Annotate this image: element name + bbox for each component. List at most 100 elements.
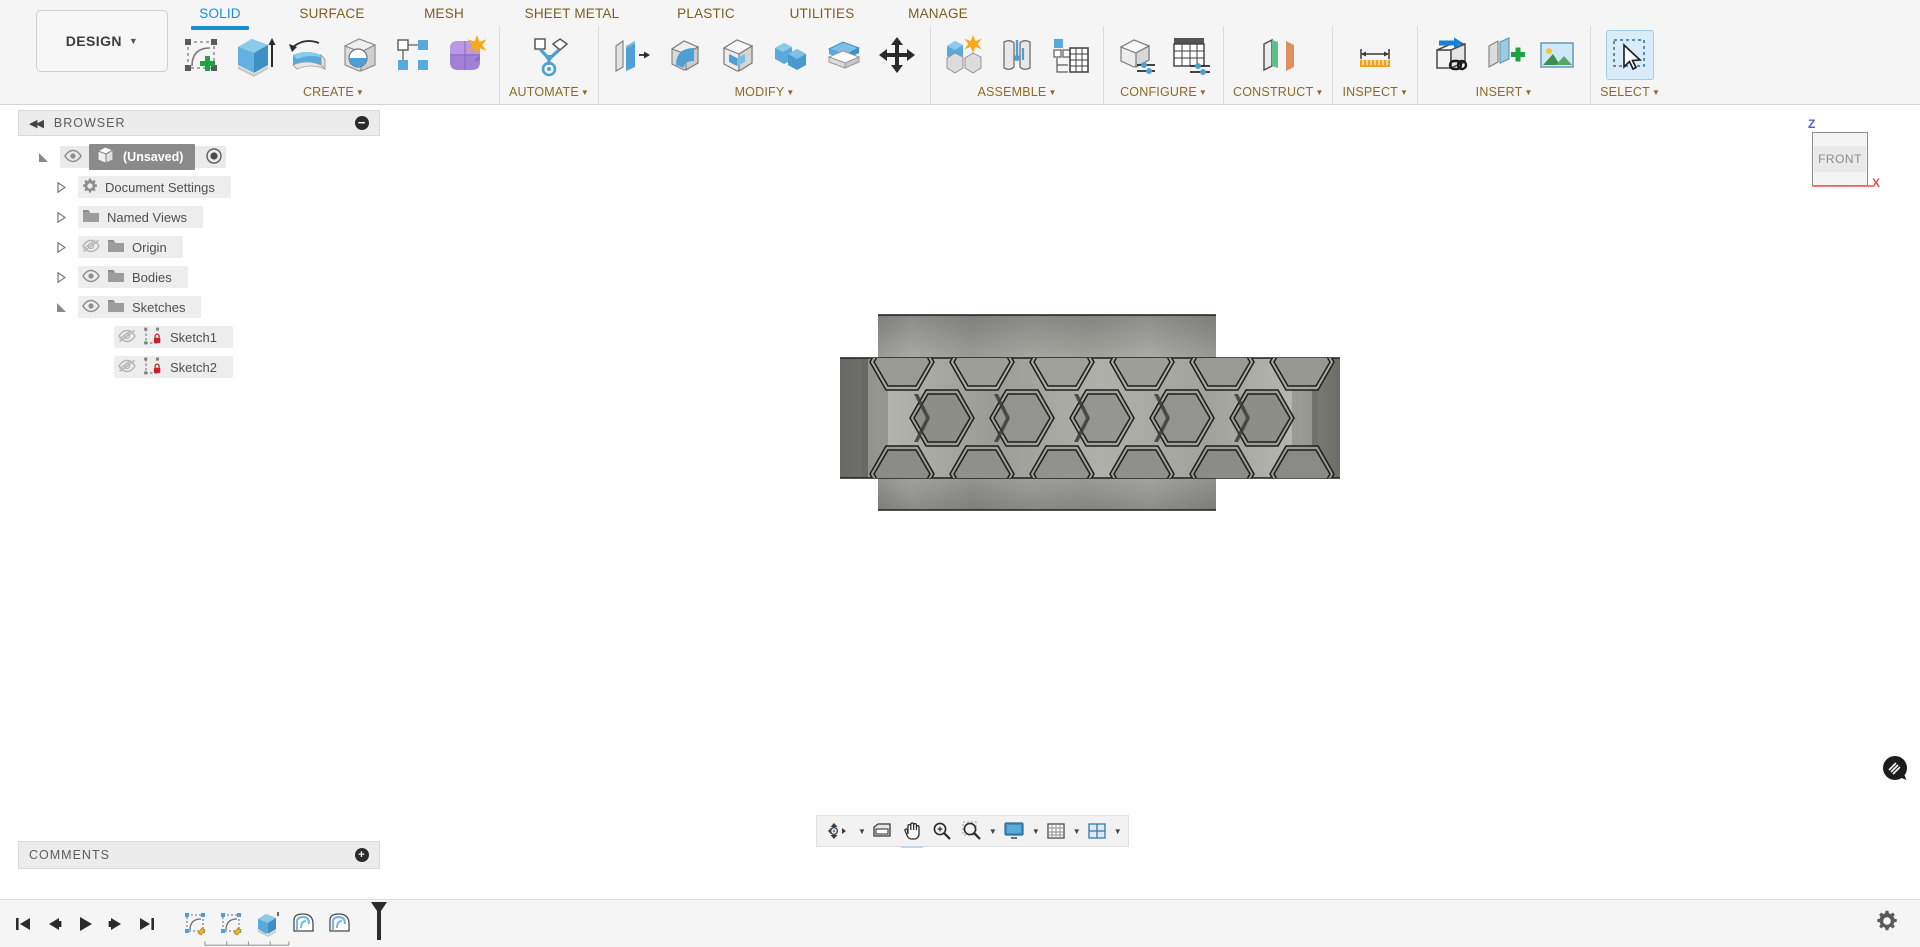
extrude-icon[interactable] [230,30,278,80]
ribbon-tab-plastic[interactable]: PLASTIC [648,6,764,21]
sketch-feature-icon[interactable] [182,910,210,938]
visibility-off-icon[interactable] [118,329,136,346]
zoom-window-dropdown-icon[interactable]: ▼ [989,827,997,836]
sketch-feature-icon[interactable] [218,910,246,938]
extrude-cut-feature-icon[interactable] [326,910,354,938]
ribbon-tab-surface[interactable]: SURFACE [272,6,392,21]
ribbon-tab-solid[interactable]: SOLID [168,6,272,21]
activate-component-radio[interactable] [206,147,223,167]
browser-row-document-settings[interactable]: Document Settings [18,172,380,202]
combine-icon[interactable] [767,30,815,80]
extrude-feature-icon[interactable] [254,910,282,938]
pan-icon[interactable] [898,818,926,848]
browser-row-bodies[interactable]: Bodies [18,262,380,292]
expand-arrow-icon[interactable] [54,240,68,254]
bom-icon[interactable] [1046,30,1094,80]
insert-mcmaster-icon[interactable] [1480,30,1528,80]
press-pull-icon[interactable] [608,30,656,80]
ribbon-tab-mesh[interactable]: MESH [392,6,496,21]
timeline-settings-gear-icon[interactable] [1876,910,1898,937]
browser-row-content[interactable]: Origin [78,236,183,258]
selected-node-tag[interactable]: (Unsaved) [89,144,196,170]
collapse-panel-icon[interactable]: ◀◀ [29,117,44,130]
orbit-dropdown-icon[interactable]: ▼ [858,827,866,836]
view-cube[interactable]: Z X FRONT [1798,117,1880,198]
go-to-beginning-icon[interactable] [14,916,32,932]
ribbon-tab-utilities[interactable]: UTILITIES [764,6,880,21]
browser-row-unsaved[interactable]: (Unsaved) [18,142,380,172]
grid-snaps-dropdown-icon[interactable]: ▼ [1073,827,1081,836]
sweep-icon[interactable] [336,30,384,80]
browser-row-content[interactable]: Bodies [78,266,188,288]
browser-row-named-views[interactable]: Named Views [18,202,380,232]
play-icon[interactable] [76,915,94,933]
form-icon[interactable] [442,30,490,80]
viewport-canvas[interactable]: Z X FRONT ▼ ▼ ▼ ▼ ▼ [380,106,1920,869]
ribbon-tab-sheet-metal[interactable]: SHEET METAL [496,6,648,21]
zoom-window-icon[interactable] [958,818,986,844]
expand-arrow-icon[interactable] [54,180,68,194]
timeline-marker[interactable] [368,900,390,947]
extrude-cut-feature-icon[interactable] [290,910,318,938]
panel-select-label[interactable]: SELECT ▼ [1600,84,1660,104]
orbit-icon[interactable] [823,818,855,844]
split-face-icon[interactable] [820,30,868,80]
collapse-arrow-icon[interactable] [54,300,68,314]
panel-modify-label[interactable]: MODIFY ▼ [735,84,795,104]
look-at-icon[interactable] [868,818,896,844]
panel-create-label[interactable]: CREATE ▼ [303,84,364,104]
ribbon-tab-manage[interactable]: MANAGE [880,6,996,21]
create-sketch-icon[interactable] [177,30,225,80]
go-to-end-icon[interactable] [138,916,156,932]
panel-inspect-label[interactable]: INSPECT ▼ [1342,84,1408,104]
workspace-switcher-button[interactable]: DESIGN ▼ [36,10,168,72]
automate-icon[interactable] [525,30,573,80]
browser-row-origin[interactable]: Origin [18,232,380,262]
panel-automate-label[interactable]: AUTOMATE ▼ [509,84,589,104]
pattern-icon[interactable] [389,30,437,80]
step-forward-icon[interactable] [107,916,125,932]
offset-plane-icon[interactable] [1254,30,1302,80]
fillet-icon[interactable] [661,30,709,80]
minimize-browser-icon[interactable]: − [355,116,369,130]
browser-row-content[interactable]: (Unsaved) [60,144,227,170]
browser-row-sketches[interactable]: Sketches [18,292,380,322]
measure-icon[interactable] [1351,30,1399,80]
panel-configure-label[interactable]: CONFIGURE ▼ [1120,84,1207,104]
visibility-on-icon[interactable] [82,299,100,316]
viewport-help-badge[interactable] [1882,755,1908,781]
viewports-dropdown-icon[interactable]: ▼ [1114,827,1122,836]
revolve-icon[interactable] [283,30,331,80]
visibility-on-icon[interactable] [82,269,100,286]
browser-row-content[interactable]: Sketch1 [114,326,233,348]
display-settings-icon[interactable] [999,818,1029,844]
viewcube-front-face[interactable]: FRONT [1812,132,1868,186]
browser-row-content[interactable]: Named Views [78,206,203,228]
grid-snaps-icon[interactable] [1042,818,1070,844]
step-back-icon[interactable] [45,916,63,932]
model-hexagon-lattice-cylinder[interactable] [840,311,1340,526]
visibility-off-icon[interactable] [118,359,136,376]
configure-design-icon[interactable] [1113,30,1161,80]
visibility-on-icon[interactable] [64,149,82,166]
zoom-icon[interactable] [928,818,956,844]
add-comment-icon[interactable]: + [355,848,369,862]
expand-arrow-icon[interactable] [54,210,68,224]
new-component-icon[interactable] [940,30,988,80]
joint-icon[interactable] [993,30,1041,80]
display-settings-dropdown-icon[interactable]: ▼ [1032,827,1040,836]
configure-table-icon[interactable] [1166,30,1214,80]
visibility-off-icon[interactable] [82,239,100,256]
insert-canvas-icon[interactable] [1533,30,1581,80]
browser-row-content[interactable]: Document Settings [78,176,231,198]
collapse-arrow-icon[interactable] [36,150,50,164]
viewports-icon[interactable] [1083,818,1111,844]
move-copy-icon[interactable] [873,30,921,80]
browser-row-sketch2[interactable]: Sketch2 [18,352,380,382]
browser-row-sketch1[interactable]: Sketch1 [18,322,380,352]
panel-insert-label[interactable]: INSERT ▼ [1476,84,1533,104]
expand-arrow-icon[interactable] [54,270,68,284]
browser-row-content[interactable]: Sketch2 [114,356,233,378]
panel-construct-label[interactable]: CONSTRUCT ▼ [1233,84,1323,104]
select-window-icon[interactable] [1606,30,1655,80]
